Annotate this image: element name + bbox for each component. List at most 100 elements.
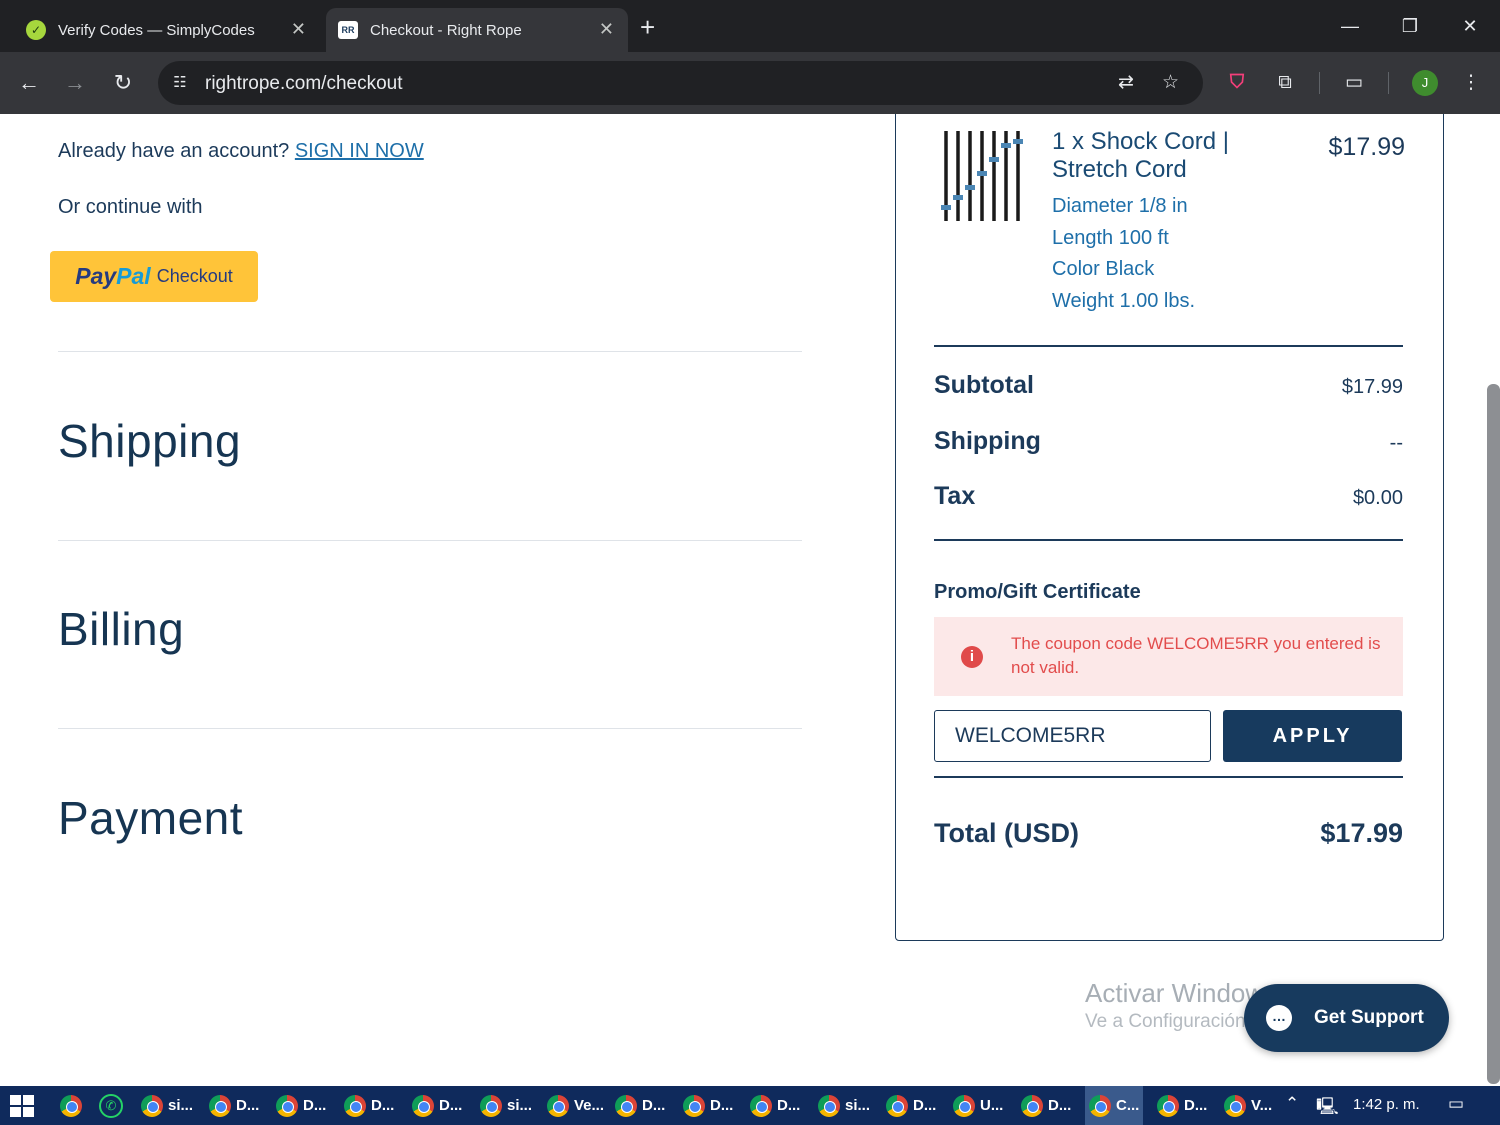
taskbar-window-button[interactable]: D... <box>340 1086 398 1125</box>
taskbar-window-button[interactable]: C... <box>1085 1086 1144 1125</box>
chrome-icon <box>818 1094 840 1117</box>
bookmark-star-icon[interactable]: ☆ <box>1162 71 1179 94</box>
chrome-taskbar-icon[interactable] <box>60 1086 87 1125</box>
payment-section-title[interactable]: Payment <box>58 791 243 845</box>
taskbar-window-label: D... <box>913 1097 937 1114</box>
chrome-icon <box>1224 1094 1246 1117</box>
address-bar[interactable]: ☷ rightrope.com/checkout ⇄ ☆ <box>158 61 1203 105</box>
taskbar-window-button[interactable]: D... <box>679 1086 737 1125</box>
page-scrollbar[interactable] <box>1487 384 1500 1084</box>
chrome-icon <box>953 1094 975 1117</box>
shipping-value: -- <box>1389 432 1403 454</box>
taskbar-window-label: si... <box>168 1097 194 1114</box>
ublock-icon[interactable]: ⛉ <box>1223 69 1251 97</box>
taskbar-window-button[interactable]: si... <box>476 1086 536 1125</box>
attr-color: Color Black <box>1052 258 1155 280</box>
url-text: rightrope.com/checkout <box>205 73 403 94</box>
get-support-button[interactable]: … Get Support <box>1244 984 1449 1052</box>
reading-mode-icon[interactable]: ▭ <box>1340 69 1368 97</box>
taskbar-window-label: D... <box>1048 1097 1072 1114</box>
taskbar-window-label: D... <box>642 1097 666 1114</box>
restore-icon[interactable]: ❐ <box>1390 8 1430 44</box>
subtotal-label: Subtotal <box>934 371 1034 399</box>
billing-section-title[interactable]: Billing <box>58 602 184 656</box>
reload-icon[interactable]: ↻ <box>106 66 140 100</box>
close-window-icon[interactable]: ✕ <box>1450 8 1490 44</box>
chrome-icon <box>547 1094 569 1117</box>
summary-divider <box>934 776 1403 778</box>
product-price: $17.99 <box>1328 133 1405 161</box>
taskbar-window-button[interactable]: D... <box>882 1086 940 1125</box>
close-tab-icon[interactable]: ✕ <box>599 19 614 40</box>
whatsapp-icon[interactable]: ✆ <box>99 1094 123 1118</box>
apply-coupon-button[interactable]: APPLY <box>1223 710 1402 762</box>
shipping-row: Shipping -- <box>934 427 1403 456</box>
divider <box>58 540 802 541</box>
taskbar-window-button[interactable]: D... <box>611 1086 669 1125</box>
taskbar-window-button[interactable]: D... <box>746 1086 804 1125</box>
forward-icon[interactable]: → <box>58 66 92 100</box>
taskbar-window-button[interactable]: V... <box>1220 1086 1276 1125</box>
chrome-icon <box>1089 1094 1111 1117</box>
tab-checkout[interactable]: RR Checkout - Right Rope ✕ <box>326 8 628 52</box>
browser-tab-bar: ✓ Verify Codes — SimplyCodes ✕ RR Checko… <box>0 0 1500 52</box>
new-tab-button[interactable]: + <box>640 10 655 44</box>
coupon-code-input[interactable] <box>934 710 1211 762</box>
network-icon[interactable]: 🖳 <box>1316 1094 1339 1123</box>
profile-avatar[interactable]: J <box>1412 70 1438 96</box>
tax-label: Tax <box>934 482 976 510</box>
shipping-section-title[interactable]: Shipping <box>58 414 241 468</box>
notifications-icon[interactable]: ▭ <box>1448 1094 1464 1114</box>
taskbar-window-label: V... <box>1251 1097 1273 1114</box>
taskbar-window-label: D... <box>1184 1097 1208 1114</box>
chrome-icon <box>1157 1094 1179 1117</box>
chrome-icon <box>412 1094 434 1117</box>
taskbar-window-label: D... <box>303 1097 327 1114</box>
taskbar-window-button[interactable]: D... <box>408 1086 466 1125</box>
taskbar-window-label: C... <box>1116 1097 1140 1114</box>
tax-value: $0.00 <box>1352 487 1403 509</box>
paypal-button-label: Checkout <box>156 266 233 286</box>
shock-cord-product-image <box>941 131 1023 221</box>
translate-icon[interactable]: ⇄ <box>1118 71 1134 94</box>
taskbar-window-button[interactable]: D... <box>1017 1086 1075 1125</box>
tab-title: Verify Codes — SimplyCodes <box>58 21 255 39</box>
menu-kebab-icon[interactable]: ⋮ <box>1457 69 1485 97</box>
taskbar-window-button[interactable]: D... <box>272 1086 330 1125</box>
total-value: $17.99 <box>1320 818 1403 848</box>
taskbar-window-button[interactable]: si... <box>814 1086 874 1125</box>
taskbar-window-label: D... <box>710 1097 734 1114</box>
windows-start-icon[interactable] <box>10 1095 34 1117</box>
summary-divider <box>934 539 1403 541</box>
chrome-icon <box>344 1094 366 1117</box>
paypal-checkout-button[interactable]: Pay Pal Checkout <box>50 251 258 302</box>
tab-simplycodes[interactable]: ✓ Verify Codes — SimplyCodes ✕ <box>14 8 320 52</box>
minimize-icon[interactable]: — <box>1330 8 1370 44</box>
taskbar-window-button[interactable]: si... <box>137 1086 197 1125</box>
chrome-icon <box>886 1094 908 1117</box>
back-icon[interactable]: ← <box>12 66 46 100</box>
extensions-icon[interactable]: ⧉ <box>1271 69 1299 97</box>
site-settings-icon[interactable]: ☷ <box>170 73 190 93</box>
get-support-label: Get Support <box>1314 1007 1424 1028</box>
taskbar-window-button[interactable]: U... <box>949 1086 1007 1125</box>
tray-chevron-icon[interactable]: ⌃ <box>1285 1094 1299 1114</box>
chrome-icon <box>750 1094 772 1117</box>
chrome-icon <box>276 1094 298 1117</box>
taskbar-window-button[interactable]: D... <box>1153 1086 1211 1125</box>
taskbar-window-button[interactable]: D... <box>205 1086 263 1125</box>
taskbar-clock[interactable]: 1:42 p. m. <box>1353 1096 1420 1113</box>
taskbar-window-button[interactable]: Ve... <box>543 1086 608 1125</box>
chat-bubble-icon: … <box>1266 1005 1292 1031</box>
close-tab-icon[interactable]: ✕ <box>291 19 306 40</box>
attr-diameter: Diameter 1/8 in <box>1052 195 1188 217</box>
total-label: Total (USD) <box>934 818 1079 848</box>
chrome-icon <box>141 1094 163 1117</box>
attr-length: Length 100 ft <box>1052 226 1169 249</box>
product-name: 1 x Shock Cord | Stretch Cord <box>1052 128 1229 183</box>
chrome-icon <box>615 1094 637 1117</box>
sign-in-link[interactable]: SIGN IN NOW <box>295 140 424 162</box>
divider <box>58 351 802 352</box>
rightrope-icon: RR <box>338 21 358 39</box>
chrome-icon <box>480 1094 502 1117</box>
